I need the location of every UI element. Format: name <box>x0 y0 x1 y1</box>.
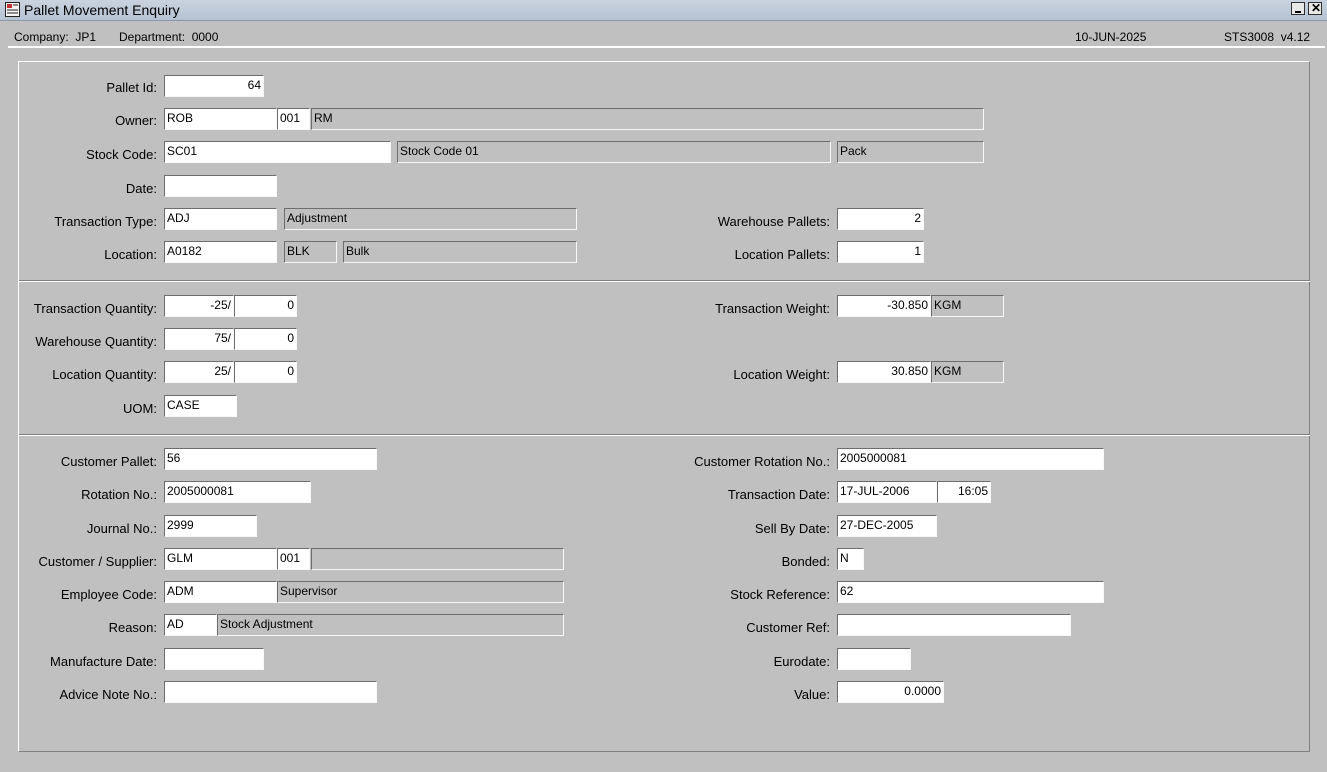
manufacture-date-label: Manufacture Date: <box>50 654 157 669</box>
customer-pallet-label: Customer Pallet: <box>60 454 157 469</box>
location-quantity-label: Location Quantity: <box>52 367 157 382</box>
transaction-date-field[interactable]: 17-JUL-2006 <box>837 481 937 503</box>
location-pallets-label: Location Pallets: <box>734 247 830 262</box>
customer-supplier-code-field[interactable]: GLM <box>164 548 277 570</box>
section-divider <box>19 434 1310 436</box>
owner-sub-field[interactable]: 001 <box>277 108 310 130</box>
advice-note-label: Advice Note No.: <box>59 687 157 702</box>
transaction-type-description: Adjustment <box>284 208 577 230</box>
stock-reference-label: Stock Reference: <box>730 587 830 602</box>
eurodate-label: Eurodate: <box>773 654 830 669</box>
advice-note-field[interactable] <box>164 681 377 703</box>
stock-code-field[interactable]: SC01 <box>164 141 391 163</box>
location-description-field: Bulk <box>343 241 577 263</box>
current-date: 10-JUN-2025 <box>1075 30 1147 44</box>
location-weight-unit-field: KGM <box>931 361 1004 383</box>
customer-rotation-label: Customer Rotation No.: <box>694 454 830 469</box>
title-bar: Pallet Movement Enquiry ✕ <box>0 0 1327 21</box>
rotation-no-field[interactable]: 2005000081 <box>164 481 311 503</box>
transaction-weight-field[interactable]: -30.850 <box>837 295 931 317</box>
transaction-quantity-units-field[interactable]: 0 <box>234 295 297 317</box>
window-title: Pallet Movement Enquiry <box>24 2 180 18</box>
company-info: Company: JP1 <box>14 30 97 44</box>
warehouse-pallets-label: Warehouse Pallets: <box>717 214 830 229</box>
employee-name-field: Supervisor <box>277 581 564 603</box>
pallet-id-field[interactable]: 64 <box>164 75 264 97</box>
close-icon: ✕ <box>1311 1 1322 15</box>
owner-code-field[interactable]: ROB <box>164 108 277 130</box>
customer-pallet-field[interactable]: 56 <box>164 448 377 470</box>
owner-name-field: RM <box>311 108 984 130</box>
value-field[interactable]: 0.0000 <box>837 681 944 703</box>
customer-supplier-label: Customer / Supplier: <box>38 554 158 569</box>
location-quantity-field[interactable]: 25/ <box>164 361 234 383</box>
warehouse-quantity-label: Warehouse Quantity: <box>35 334 157 349</box>
program-version: STS3008 v4.12 <box>1224 30 1311 44</box>
warehouse-quantity-units-field[interactable]: 0 <box>234 328 297 350</box>
stock-pack-field: Pack <box>837 141 984 163</box>
pallet-id-label: Pallet Id: <box>106 80 157 95</box>
employee-code-field[interactable]: ADM <box>164 581 277 603</box>
transaction-date-label: Transaction Date: <box>727 487 830 502</box>
reason-code-field[interactable]: AD <box>164 614 217 636</box>
reason-description-field: Stock Adjustment <box>217 614 564 636</box>
transaction-time-field[interactable]: 16:05 <box>937 481 991 503</box>
location-field[interactable]: A0182 <box>164 241 277 263</box>
customer-rotation-field[interactable]: 2005000081 <box>837 448 1104 470</box>
stock-description-field: Stock Code 01 <box>397 141 831 163</box>
location-weight-field[interactable]: 30.850 <box>837 361 931 383</box>
owner-label: Owner: <box>115 113 157 128</box>
location-quantity-units-field[interactable]: 0 <box>234 361 297 383</box>
transaction-quantity-label: Transaction Quantity: <box>33 301 157 316</box>
form-app-icon <box>5 2 20 17</box>
department-info: Department: 0000 <box>119 30 219 44</box>
journal-no-field[interactable]: 2999 <box>164 515 257 537</box>
location-label: Location: <box>104 247 157 262</box>
location-weight-label: Location Weight: <box>733 367 830 382</box>
transaction-quantity-field[interactable]: -25/ <box>164 295 234 317</box>
customer-ref-label: Customer Ref: <box>746 620 830 635</box>
sell-by-date-field[interactable]: 27-DEC-2005 <box>837 515 937 537</box>
date-label: Date: <box>125 181 157 196</box>
transaction-type-field[interactable]: ADJ <box>164 208 277 230</box>
stock-reference-field[interactable]: 62 <box>837 581 1104 603</box>
employee-code-label: Employee Code: <box>60 587 157 602</box>
transaction-weight-unit-field: KGM <box>931 295 1004 317</box>
bonded-field[interactable]: N <box>837 548 864 570</box>
bonded-label: Bonded: <box>781 554 830 569</box>
close-button[interactable]: ✕ <box>1308 1 1322 15</box>
value-label: Value: <box>794 687 830 702</box>
warehouse-quantity-field[interactable]: 75/ <box>164 328 234 350</box>
reason-label: Reason: <box>108 620 157 635</box>
customer-supplier-sub-field[interactable]: 001 <box>277 548 310 570</box>
rotation-no-label: Rotation No.: <box>81 487 157 502</box>
section-divider <box>19 280 1310 282</box>
customer-supplier-name-field <box>311 548 564 570</box>
transaction-weight-label: Transaction Weight: <box>715 301 830 316</box>
location-type-field: BLK <box>284 241 337 263</box>
date-field[interactable] <box>164 175 277 197</box>
stock-code-label: Stock Code: <box>86 147 157 162</box>
customer-ref-field[interactable] <box>837 614 1071 636</box>
header-info-bar: Company: JP1 Department: 0000 10-JUN-202… <box>8 26 1325 48</box>
journal-no-label: Journal No.: <box>86 521 157 536</box>
transaction-type-label: Transaction Type: <box>54 214 157 229</box>
minimize-button[interactable] <box>1291 2 1305 15</box>
eurodate-field[interactable] <box>837 648 911 670</box>
sell-by-date-label: Sell By Date: <box>754 521 830 536</box>
warehouse-pallets-field[interactable]: 2 <box>837 208 924 230</box>
manufacture-date-field[interactable] <box>164 648 264 670</box>
location-pallets-field[interactable]: 1 <box>837 241 924 263</box>
uom-field[interactable]: CASE <box>164 395 237 417</box>
uom-label: UOM: <box>123 401 157 416</box>
